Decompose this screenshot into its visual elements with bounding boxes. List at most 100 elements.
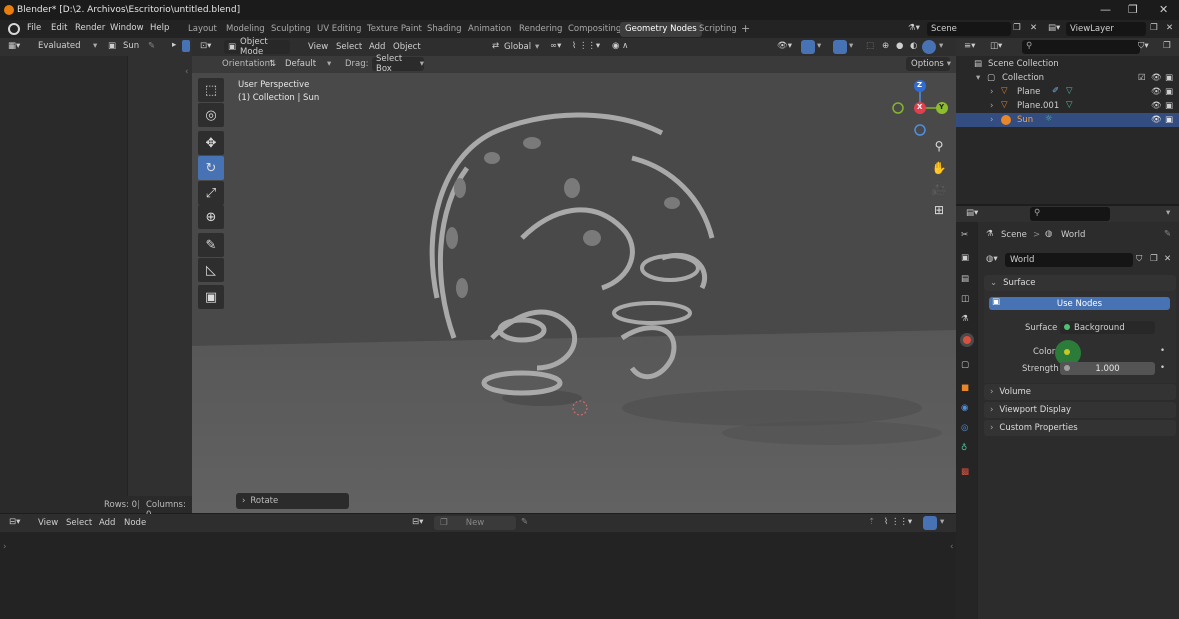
new-world-icon[interactable]: ❐ xyxy=(1150,254,1158,264)
camera-icon[interactable]: ▣ xyxy=(1165,87,1173,97)
chevron-right-icon[interactable]: › xyxy=(990,87,993,97)
eye-icon[interactable]: 👁 xyxy=(1151,73,1162,83)
outliner-item-plane[interactable]: › ▽ Plane ✐ ▽ 👁 ▣ xyxy=(956,85,1179,99)
transform-tool[interactable]: ⊕ xyxy=(198,205,224,229)
menu-help[interactable]: Help xyxy=(150,23,169,33)
properties-search-input[interactable]: ⚲ xyxy=(1030,207,1110,221)
close-button[interactable]: ✕ xyxy=(1159,3,1168,16)
3d-viewport[interactable]: Z X Y ⬚ ◎ ✥ ↻ ⤢ ⊕ ✎ ◺ ▣ ⚲ ✋ 🎥 ⊞ User Per… xyxy=(192,38,956,513)
new-node-tree-button[interactable]: ❐ New xyxy=(434,516,516,530)
chevron-right-icon[interactable]: › xyxy=(990,101,993,111)
editor-type-icon[interactable]: ⊡▾ xyxy=(200,41,211,51)
surface-panel-header[interactable]: ⌄ Surface xyxy=(984,275,1176,291)
volume-panel-header[interactable]: › Volume xyxy=(984,384,1176,400)
minimize-button[interactable]: — xyxy=(1100,3,1111,16)
menu-view[interactable]: View xyxy=(308,42,328,52)
camera-icon[interactable]: ▣ xyxy=(1165,73,1173,83)
pin-icon[interactable]: ✎ xyxy=(1164,229,1171,239)
tab-modeling[interactable]: Modeling xyxy=(221,22,270,37)
view-layer-tab-icon[interactable]: ◫ xyxy=(961,294,969,304)
menu-add[interactable]: Add xyxy=(99,518,115,528)
tab-scripting[interactable]: Scripting xyxy=(694,22,742,37)
eye-icon[interactable]: 👁 xyxy=(1151,115,1162,125)
object-data-tab-icon[interactable]: ♁ xyxy=(961,443,967,453)
scene-selector[interactable]: Scene xyxy=(927,22,1011,36)
texture-tab-icon[interactable]: ▩ xyxy=(961,467,969,477)
node-editor-canvas[interactable]: › ‹ xyxy=(0,532,956,619)
pivot-icon[interactable]: ∞▾ xyxy=(550,41,561,51)
drag-dropdown[interactable]: Select Box ▾ xyxy=(372,54,424,74)
select-box-tool[interactable]: ⬚ xyxy=(198,78,224,102)
rotate-tool[interactable]: ↻ xyxy=(198,156,224,180)
output-tab-icon[interactable]: ▤ xyxy=(961,274,969,284)
transform-orientation-dropdown[interactable]: Global xyxy=(504,42,531,52)
expand-toolbar-icon[interactable]: › xyxy=(3,542,6,552)
tab-rendering[interactable]: Rendering xyxy=(514,22,567,37)
annotate-tool[interactable]: ✎ xyxy=(198,233,224,257)
use-nodes-button[interactable]: ▣ Use Nodes xyxy=(989,297,1170,310)
mode-dropdown[interactable]: ▣ Object Mode xyxy=(224,37,290,57)
last-operator-panel[interactable]: › Rotate xyxy=(236,493,349,509)
tab-layout[interactable]: Layout xyxy=(183,22,222,37)
camera-view-icon[interactable]: 🎥 xyxy=(929,179,949,199)
tab-uv-editing[interactable]: UV Editing xyxy=(312,22,366,37)
maximize-button[interactable]: ❐ xyxy=(1128,3,1138,16)
rendered-shading-icon[interactable] xyxy=(922,40,936,54)
menu-object[interactable]: Object xyxy=(393,42,421,52)
delete-scene-icon[interactable]: ✕ xyxy=(1030,23,1037,33)
strength-field[interactable]: 1.000 xyxy=(1060,362,1155,375)
tab-texture-paint[interactable]: Texture Paint xyxy=(362,22,427,37)
new-scene-icon[interactable]: ❐ xyxy=(1013,23,1021,33)
checkbox-icon[interactable]: ☑ xyxy=(1138,73,1146,83)
pan-hand-icon[interactable]: ✋ xyxy=(929,158,949,178)
world-tab-icon[interactable] xyxy=(960,333,974,347)
menu-file[interactable]: File xyxy=(27,23,41,33)
solid-shading-icon[interactable]: ● xyxy=(896,41,903,51)
wireframe-shading-icon[interactable]: ⊕ xyxy=(882,41,889,51)
fake-user-icon[interactable]: ⛉ xyxy=(1136,254,1142,264)
measure-tool[interactable]: ◺ xyxy=(198,258,224,282)
editor-type-icon[interactable]: ▤▾ xyxy=(966,208,978,218)
tab-sculpting[interactable]: Sculpting xyxy=(266,22,316,37)
ortho-grid-icon[interactable]: ⊞ xyxy=(929,200,949,220)
tab-compositing[interactable]: Compositing xyxy=(563,22,626,37)
outliner-collection[interactable]: ▾ ▢ Collection ☑ 👁 ▣ xyxy=(956,71,1179,85)
chevron-down-icon[interactable]: ▾ xyxy=(976,73,980,83)
render-tab-icon[interactable]: ▣ xyxy=(961,253,969,263)
editor-type-icon[interactable]: ▦▾ xyxy=(8,41,20,51)
outliner-scene-collection[interactable]: ▤ Scene Collection xyxy=(956,57,1179,71)
pin-icon[interactable]: ✎ xyxy=(521,517,528,527)
selection-filter-icon[interactable]: ▸ xyxy=(172,40,176,50)
snap-icon[interactable]: ⌇ ⋮⋮▾ xyxy=(572,41,600,51)
options-dropdown[interactable]: Options ▾ xyxy=(906,57,951,71)
editor-type-icon[interactable]: ⊟▾ xyxy=(9,517,20,527)
camera-icon[interactable]: ▣ xyxy=(1165,101,1173,111)
selected-only-toggle[interactable] xyxy=(182,40,190,52)
world-browse-icon[interactable]: ◍▾ xyxy=(986,254,998,264)
display-mode-icon[interactable]: ◫▾ xyxy=(990,41,1002,51)
camera-icon[interactable]: ▣ xyxy=(1165,115,1173,125)
overlay-toggle-icon[interactable] xyxy=(833,40,847,54)
visibility-icon[interactable]: 👁▾ xyxy=(777,41,792,51)
zoom-icon[interactable]: ⚲ xyxy=(929,136,949,156)
menu-select[interactable]: Select xyxy=(66,518,92,528)
menu-render[interactable]: Render xyxy=(75,23,105,33)
new-collection-icon[interactable]: ❐ xyxy=(1163,41,1171,51)
object-tab-icon[interactable]: ■ xyxy=(961,383,969,393)
unlink-world-icon[interactable]: ✕ xyxy=(1164,254,1171,264)
menu-node[interactable]: Node xyxy=(124,518,146,528)
viewport-display-panel-header[interactable]: › Viewport Display xyxy=(984,402,1176,418)
transform-orientation-icon[interactable]: ⇄ xyxy=(492,41,499,51)
add-cube-tool[interactable]: ▣ xyxy=(198,285,224,309)
filter-icon[interactable]: ⛉▾ xyxy=(1138,41,1149,51)
xray-icon[interactable]: ⬚ xyxy=(866,41,874,51)
overlay-toggle-icon[interactable] xyxy=(923,516,937,530)
constraints-tab-icon[interactable]: ◎ xyxy=(961,423,968,433)
keyframe-dot-icon[interactable]: • xyxy=(1160,346,1165,356)
collapse-arrow-icon[interactable]: ‹ xyxy=(185,67,188,77)
node-tree-browse-icon[interactable]: ⊟▾ xyxy=(412,517,423,527)
add-workspace-button[interactable]: + xyxy=(736,22,755,37)
tab-geometry-nodes[interactable]: Geometry Nodes xyxy=(620,22,702,37)
menu-edit[interactable]: Edit xyxy=(51,23,67,33)
tab-shading[interactable]: Shading xyxy=(422,22,467,37)
